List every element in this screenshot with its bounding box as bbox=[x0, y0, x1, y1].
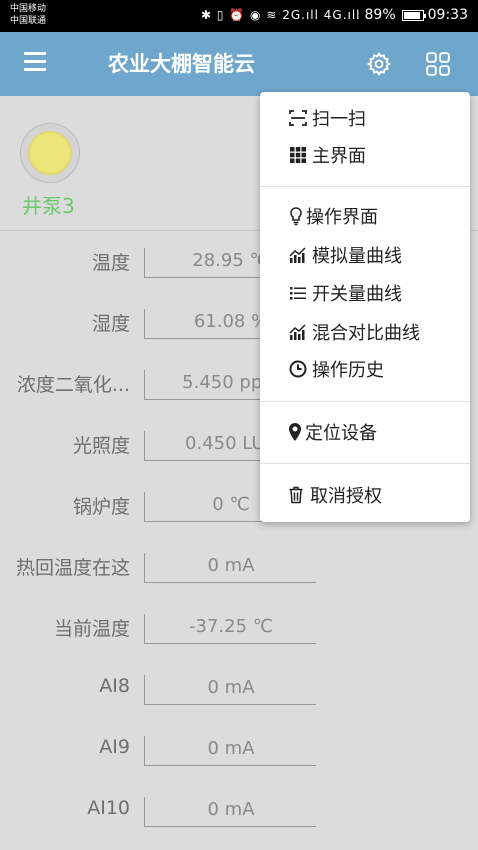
carrier-1: 中国移动 bbox=[10, 4, 47, 14]
clock-icon bbox=[289, 360, 307, 378]
sensor-row: AI10 0 mA bbox=[0, 781, 478, 842]
grid-dots-icon bbox=[290, 147, 306, 163]
menu-item-label: 操作界面 bbox=[306, 207, 378, 228]
menu-item-mixed-curve[interactable]: 混合对比曲线 bbox=[288, 319, 420, 345]
gear-icon[interactable] bbox=[366, 51, 392, 77]
menu-item-operation[interactable]: 操作界面 bbox=[288, 203, 378, 229]
sensor-label: 浓度二氧化... bbox=[16, 374, 130, 396]
device-name: 井泵3 bbox=[22, 194, 75, 218]
sensor-label: 锅炉度 bbox=[72, 496, 130, 518]
sensor-value: 0 mA bbox=[207, 799, 255, 820]
menu-item-label: 开关量曲线 bbox=[312, 284, 402, 305]
menu-item-home[interactable]: 主界面 bbox=[288, 142, 366, 168]
sensor-row: AI9 0 mA bbox=[0, 720, 478, 781]
trash-icon bbox=[289, 486, 303, 504]
menu-item-label: 混合对比曲线 bbox=[312, 323, 420, 344]
menu-item-switch-curve[interactable]: 开关量曲线 bbox=[288, 280, 402, 306]
lightbulb-icon bbox=[290, 207, 302, 226]
carrier-2: 中国联通 bbox=[10, 16, 47, 26]
menu-item-label: 扫一扫 bbox=[312, 109, 366, 130]
lamp-light bbox=[28, 131, 72, 175]
overflow-menu: 扫一扫 主界面 操作界面 模拟量曲线 开关量曲线 混合对比曲线 操作历史 定位设… bbox=[260, 92, 470, 522]
hamburger-icon[interactable] bbox=[24, 52, 46, 74]
sensor-value-box: 0 mA bbox=[144, 675, 316, 705]
sensor-row: AI8 0 mA bbox=[0, 659, 478, 720]
sensor-value-box: -37.25 ℃ bbox=[144, 614, 316, 644]
battery-icon bbox=[401, 9, 426, 21]
menu-item-label: 定位设备 bbox=[305, 423, 377, 444]
sensor-value-box: 0 mA bbox=[144, 797, 316, 827]
sensor-label: 湿度 bbox=[91, 313, 130, 335]
menu-divider bbox=[260, 463, 470, 464]
status-icons: ✱ ▯ ⏰ ◉ ≋ 2G.ıll 4G.ıll bbox=[201, 8, 361, 22]
scan-icon bbox=[289, 110, 307, 126]
chart-icon bbox=[289, 247, 306, 263]
sensor-value-box: 0 mA bbox=[144, 736, 316, 766]
menu-divider bbox=[260, 186, 470, 187]
grid-icon[interactable] bbox=[425, 51, 451, 77]
carrier-info: 中国移动 中国联通 bbox=[10, 3, 46, 27]
app-bar: 农业大棚智能云 bbox=[0, 32, 478, 96]
sensor-label: 温度 bbox=[91, 252, 130, 274]
sensor-value: -37.25 ℃ bbox=[189, 616, 273, 637]
sensor-label: AI8 bbox=[99, 675, 130, 697]
app-title: 农业大棚智能云 bbox=[108, 52, 255, 76]
menu-item-label: 操作历史 bbox=[312, 360, 384, 381]
battery-percent: 89% bbox=[364, 7, 396, 23]
sensor-label: 当前温度 bbox=[53, 618, 130, 640]
sensor-row: 热回温度在这 0 mA bbox=[0, 537, 478, 598]
sensor-value: 0 mA bbox=[207, 738, 255, 759]
menu-item-revoke[interactable]: 取消授权 bbox=[288, 482, 382, 508]
clock-time: 09:33 bbox=[427, 7, 468, 23]
list-icon bbox=[290, 287, 306, 300]
menu-item-label: 模拟量曲线 bbox=[312, 246, 402, 267]
chart-icon bbox=[289, 324, 306, 340]
sensor-value-box: 0 mA bbox=[144, 553, 316, 583]
menu-divider bbox=[260, 401, 470, 402]
sensor-label: AI9 bbox=[99, 736, 130, 758]
status-bar: 中国移动 中国联通 ✱ ▯ ⏰ ◉ ≋ 2G.ıll 4G.ıll 89% 09… bbox=[0, 0, 478, 32]
menu-item-locate[interactable]: 定位设备 bbox=[288, 419, 377, 445]
menu-item-scan[interactable]: 扫一扫 bbox=[288, 105, 366, 131]
sensor-label: 光照度 bbox=[72, 435, 130, 457]
sensor-label: AI10 bbox=[87, 797, 130, 819]
menu-item-analog-curve[interactable]: 模拟量曲线 bbox=[288, 242, 402, 268]
menu-item-label: 主界面 bbox=[312, 146, 366, 167]
sensor-value: 0 mA bbox=[207, 677, 255, 698]
lamp-indicator[interactable] bbox=[20, 123, 80, 183]
menu-item-label: 取消授权 bbox=[310, 486, 382, 507]
sensor-value: 0 mA bbox=[207, 555, 255, 576]
sensor-label: 热回温度在这 bbox=[15, 557, 130, 579]
sensor-row: 当前温度 -37.25 ℃ bbox=[0, 598, 478, 659]
status-right: ✱ ▯ ⏰ ◉ ≋ 2G.ıll 4G.ıll 89% 09:33 bbox=[201, 7, 468, 23]
menu-item-history[interactable]: 操作历史 bbox=[288, 356, 384, 382]
battery-fill bbox=[403, 11, 420, 19]
map-pin-icon bbox=[289, 423, 301, 441]
